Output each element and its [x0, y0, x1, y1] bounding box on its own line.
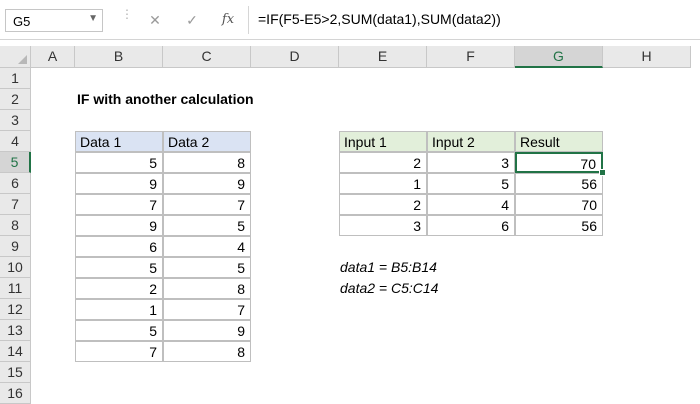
row-header-2[interactable]: 2: [0, 89, 31, 110]
column-header-b[interactable]: B: [75, 46, 163, 68]
formula-bar: G5 ▼ ⋮ ✕ ✓ fx =IF(F5-E5>2,SUM(data1),SUM…: [0, 0, 700, 40]
active-cell[interactable]: 70: [515, 152, 603, 173]
worksheet-grid[interactable]: IF with another calculation Data 1 Data 2…: [31, 68, 700, 400]
fill-handle[interactable]: [599, 169, 606, 176]
row-header-15[interactable]: 15: [0, 362, 31, 383]
table-cell[interactable]: 5: [75, 257, 163, 278]
column-header-f[interactable]: F: [427, 46, 515, 68]
row-header-1[interactable]: 1: [0, 68, 31, 89]
row-header-11[interactable]: 11: [0, 278, 31, 299]
column-header-d[interactable]: D: [251, 46, 339, 68]
table-cell[interactable]: 9: [75, 173, 163, 194]
table-cell[interactable]: 9: [163, 173, 251, 194]
table-cell[interactable]: 56: [515, 173, 603, 194]
name-box-value: G5: [13, 14, 31, 29]
name-box[interactable]: G5 ▼: [5, 9, 103, 32]
table-cell[interactable]: 5: [75, 152, 163, 173]
table-cell[interactable]: 2: [75, 278, 163, 299]
column-header-c[interactable]: C: [163, 46, 251, 68]
row-header-12[interactable]: 12: [0, 299, 31, 320]
table-cell[interactable]: 4: [427, 194, 515, 215]
insert-function-icon[interactable]: fx: [218, 10, 238, 30]
row-header-3[interactable]: 3: [0, 110, 31, 131]
column-header-e[interactable]: E: [339, 46, 427, 68]
row-header-10[interactable]: 10: [0, 257, 31, 278]
row-header-8[interactable]: 8: [0, 215, 31, 236]
table-cell[interactable]: 7: [163, 299, 251, 320]
result-header-2[interactable]: Input 2: [427, 131, 515, 152]
table-cell[interactable]: 5: [427, 173, 515, 194]
formula-bar-divider: [248, 6, 249, 34]
result-header-3[interactable]: Result: [515, 131, 603, 152]
table-cell[interactable]: 1: [339, 173, 427, 194]
row-header-6[interactable]: 6: [0, 173, 31, 194]
note-data2[interactable]: data2 = C5:C14: [340, 278, 438, 299]
select-all-triangle-icon: [18, 55, 27, 64]
table-cell[interactable]: 7: [163, 194, 251, 215]
enter-icon[interactable]: ✓: [182, 10, 202, 30]
table-cell[interactable]: 7: [75, 194, 163, 215]
column-header-a[interactable]: A: [31, 46, 75, 68]
data-header-1[interactable]: Data 1: [75, 131, 163, 152]
drag-handle-icon[interactable]: ⋮: [121, 8, 133, 29]
row-header-9[interactable]: 9: [0, 236, 31, 257]
row-header-4[interactable]: 4: [0, 131, 31, 152]
sheet-title[interactable]: IF with another calculation: [77, 89, 254, 110]
table-cell[interactable]: 5: [163, 257, 251, 278]
row-header-16[interactable]: 16: [0, 383, 31, 404]
result-header-1[interactable]: Input 1: [339, 131, 427, 152]
table-cell[interactable]: 3: [339, 215, 427, 236]
table-cell[interactable]: 2: [339, 194, 427, 215]
table-cell[interactable]: 8: [163, 152, 251, 173]
formula-input[interactable]: =IF(F5-E5>2,SUM(data1),SUM(data2)): [258, 11, 501, 27]
row-header-13[interactable]: 13: [0, 320, 31, 341]
chevron-down-icon[interactable]: ▼: [88, 13, 98, 24]
row-header-5[interactable]: 5: [0, 152, 31, 173]
table-cell[interactable]: 56: [515, 215, 603, 236]
table-cell[interactable]: 9: [163, 320, 251, 341]
table-cell[interactable]: 2: [339, 152, 427, 173]
table-cell[interactable]: 1: [75, 299, 163, 320]
note-data1[interactable]: data1 = B5:B14: [340, 257, 437, 278]
table-cell[interactable]: 8: [163, 278, 251, 299]
table-cell[interactable]: 8: [163, 341, 251, 362]
table-cell[interactable]: 4: [163, 236, 251, 257]
table-cell[interactable]: 3: [427, 152, 515, 173]
data-header-2[interactable]: Data 2: [163, 131, 251, 152]
cancel-icon[interactable]: ✕: [145, 10, 165, 30]
column-header-h[interactable]: H: [603, 46, 691, 68]
table-cell[interactable]: 7: [75, 341, 163, 362]
formula-bar-border: [0, 39, 700, 40]
column-header-g[interactable]: G: [515, 46, 603, 68]
table-cell[interactable]: 5: [75, 320, 163, 341]
table-cell[interactable]: 6: [75, 236, 163, 257]
row-header-7[interactable]: 7: [0, 194, 31, 215]
select-all-button[interactable]: [0, 46, 31, 68]
table-cell[interactable]: 6: [427, 215, 515, 236]
table-cell[interactable]: 9: [75, 215, 163, 236]
table-cell[interactable]: 5: [163, 215, 251, 236]
row-header-14[interactable]: 14: [0, 341, 31, 362]
excel-window: G5 ▼ ⋮ ✕ ✓ fx =IF(F5-E5>2,SUM(data1),SUM…: [0, 0, 700, 404]
table-cell[interactable]: 70: [515, 194, 603, 215]
